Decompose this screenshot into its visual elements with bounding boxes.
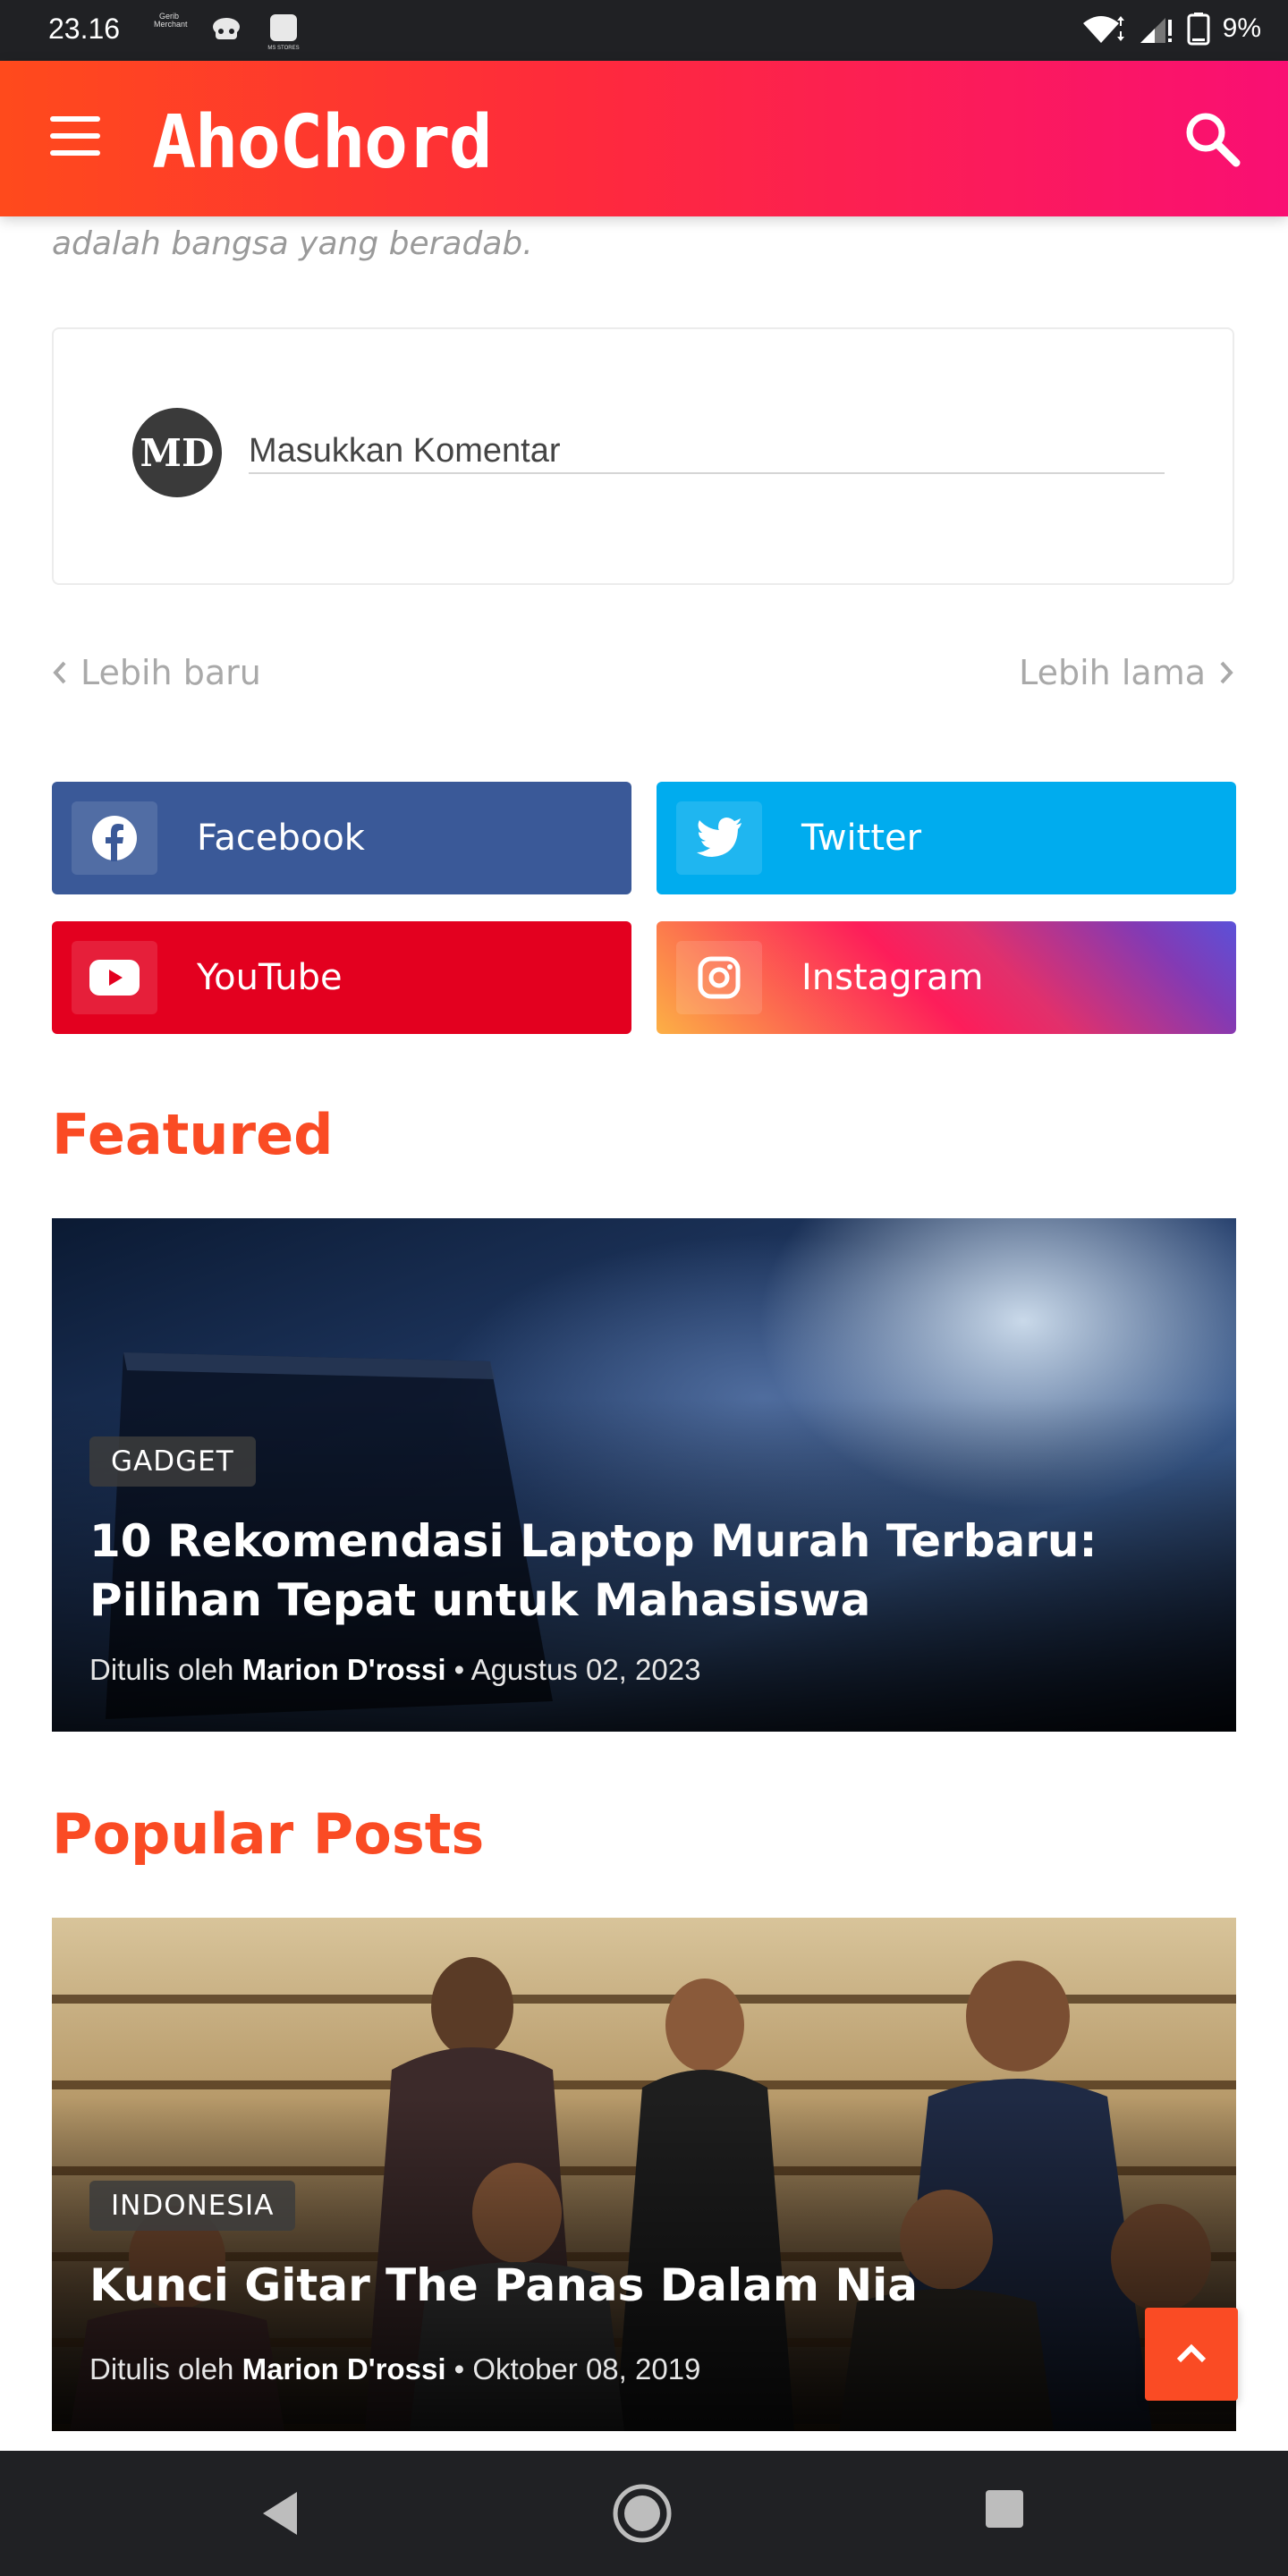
brand-logo[interactable]: AhoChord [152, 100, 493, 185]
store-notification-label: MS STORES [267, 46, 300, 51]
comment-input[interactable] [249, 429, 1165, 474]
popular-posts-heading: Popular Posts [52, 1801, 485, 1867]
back-to-top-button[interactable] [1145, 2308, 1238, 2401]
instagram-button[interactable]: Instagram [657, 921, 1236, 1034]
popular-post-card[interactable]: INDONESIA Kunci Gitar The Panas Dalam Ni… [52, 1918, 1236, 2431]
notification-app-label: Gerib Merchant [154, 12, 188, 29]
post-date: Oktober 08, 2019 [472, 2352, 701, 2385]
post-date: Agustus 02, 2023 [470, 1653, 701, 1686]
status-indicators: 9% [1081, 11, 1261, 47]
category-badge[interactable]: INDONESIA [89, 2181, 296, 2231]
system-navigation-bar [0, 2451, 1288, 2576]
post-author[interactable]: Marion D'rossi [242, 2352, 446, 2385]
menu-button[interactable] [50, 116, 100, 156]
newer-post-label: Lebih baru [80, 653, 261, 692]
article-closing-text: adalah bangsa yang beradab. [52, 225, 533, 262]
popular-post-title[interactable]: Kunci Gitar The Panas Dalam Nia [89, 2256, 1163, 2315]
featured-heading: Featured [52, 1102, 334, 1167]
twitter-icon [697, 818, 741, 857]
home-icon[interactable] [612, 2483, 673, 2544]
battery-icon [1187, 13, 1210, 46]
instagram-label: Instagram [801, 957, 984, 998]
featured-post-meta: Ditulis oleh Marion D'rossi • Agustus 02… [89, 1653, 701, 1686]
comment-box: MD [52, 327, 1234, 585]
twitter-label: Twitter [801, 818, 922, 859]
post-author[interactable]: Marion D'rossi [242, 1653, 446, 1686]
avatar: MD [132, 408, 222, 497]
facebook-icon [92, 816, 137, 861]
twitter-button[interactable]: Twitter [657, 782, 1236, 894]
search-icon [1186, 113, 1241, 167]
newer-post-link[interactable]: Lebih baru [52, 653, 261, 692]
app-header: AhoChord [0, 61, 1288, 216]
featured-post-title[interactable]: 10 Rekomendasi Laptop Murah Terbaru: Pil… [89, 1512, 1163, 1630]
featured-post-card[interactable]: GADGET 10 Rekomendasi Laptop Murah Terba… [52, 1218, 1236, 1732]
status-time: 23.16 [48, 13, 121, 45]
popular-post-meta: Ditulis oleh Marion D'rossi • Oktober 08… [89, 2352, 701, 2385]
facebook-button[interactable]: Facebook [52, 782, 631, 894]
notification-icon [213, 18, 240, 39]
category-badge[interactable]: GADGET [89, 1436, 256, 1487]
store-notification-icon [270, 14, 297, 41]
instagram-icon [698, 956, 741, 999]
chevron-left-icon [53, 661, 66, 684]
facebook-label: Facebook [197, 818, 365, 859]
youtube-label: YouTube [197, 957, 343, 998]
youtube-icon [89, 960, 140, 996]
battery-percent: 9% [1222, 13, 1261, 43]
menu-icon [50, 116, 100, 122]
signal-icon [1140, 18, 1172, 43]
chevron-up-icon [1176, 2343, 1207, 2363]
chevron-right-icon [1220, 661, 1233, 684]
recents-icon[interactable] [984, 2488, 1025, 2529]
status-bar: 23.16 Gerib Merchant MS STORES 9% [0, 0, 1288, 61]
older-post-link[interactable]: Lebih lama [1019, 653, 1234, 692]
search-button[interactable] [1182, 109, 1241, 168]
youtube-button[interactable]: YouTube [52, 921, 631, 1034]
older-post-label: Lebih lama [1019, 653, 1206, 692]
back-icon[interactable] [259, 2488, 301, 2538]
wifi-icon [1082, 16, 1124, 43]
